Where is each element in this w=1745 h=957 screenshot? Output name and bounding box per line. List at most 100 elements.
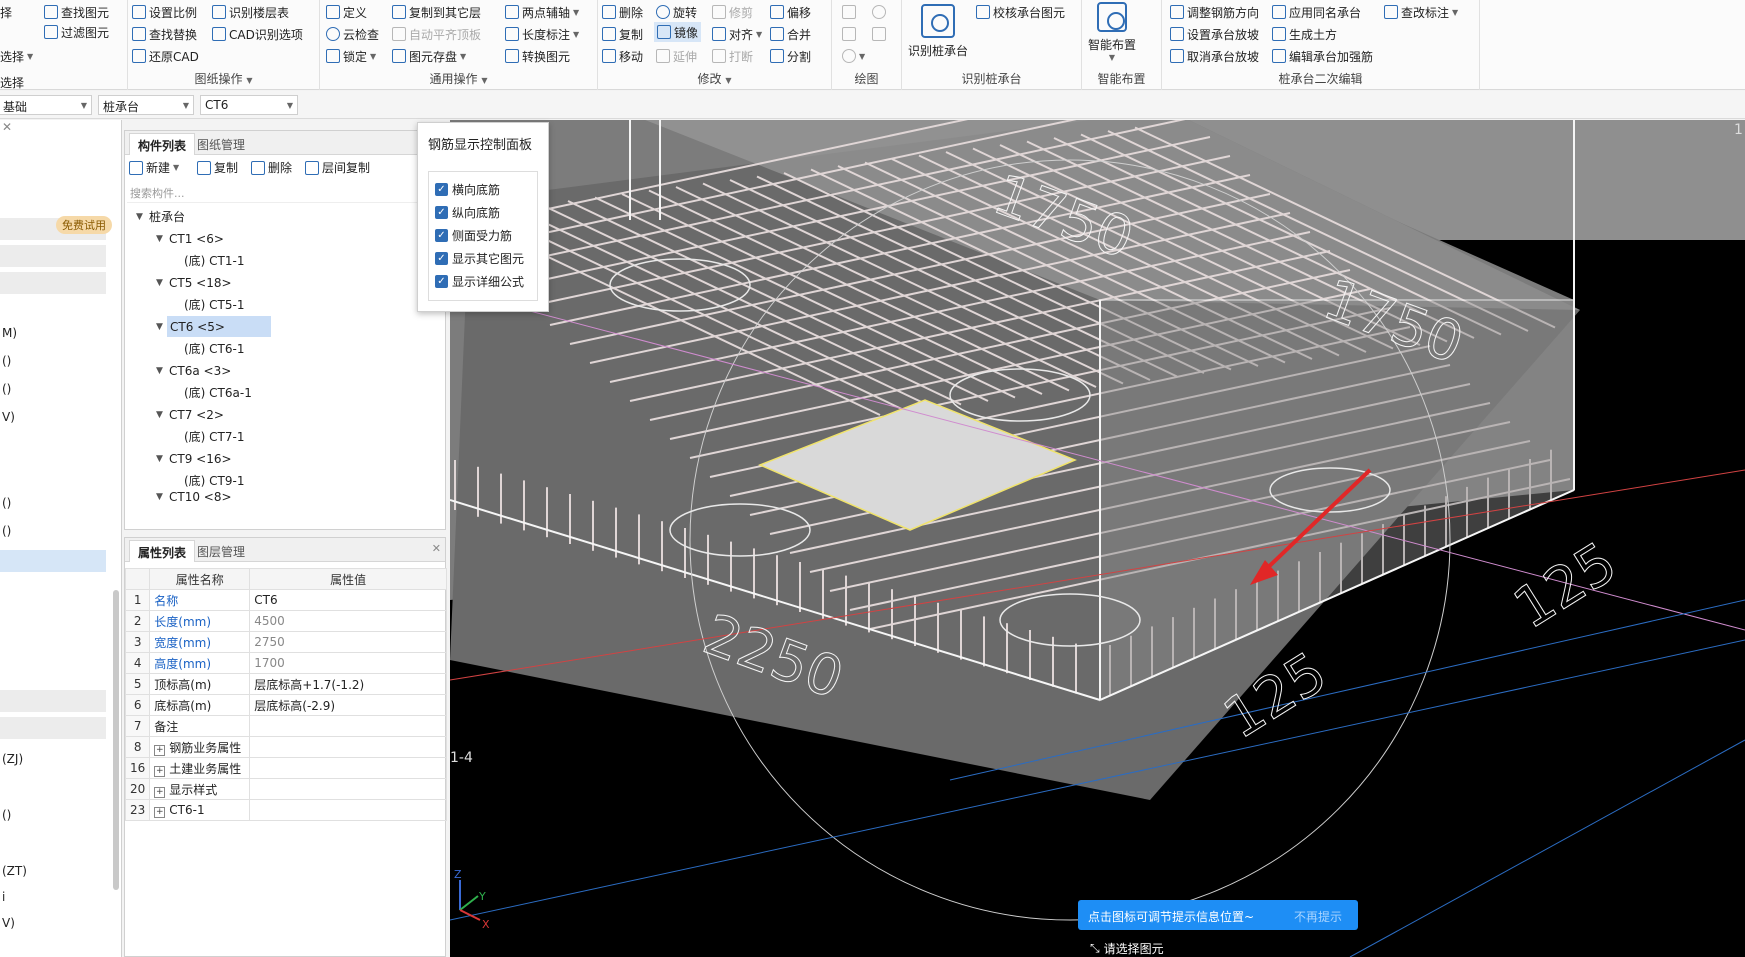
- rotate-button[interactable]: 旋转: [656, 2, 697, 22]
- ribbon-partial-select[interactable]: 择: [0, 2, 12, 22]
- merge-button[interactable]: 合并: [770, 24, 811, 44]
- floor-select[interactable]: 基础 ▼: [0, 95, 92, 115]
- nav-item[interactable]: (): [0, 354, 11, 376]
- floor-copy-button[interactable]: 层间复制: [305, 159, 370, 176]
- apply-same-name-button[interactable]: 应用同名承台: [1272, 2, 1361, 22]
- nav-item[interactable]: [0, 717, 106, 739]
- property-row[interactable]: 16 + 土建业务属性: [124, 757, 447, 779]
- offset-button[interactable]: 偏移: [770, 2, 811, 22]
- tree-item-ct10[interactable]: ▼ CT10 <8>: [153, 492, 235, 502]
- cancel-slope-button[interactable]: 取消承台放坡: [1170, 46, 1259, 66]
- restore-cad-button[interactable]: 还原CAD: [132, 46, 199, 66]
- tree-item-ct1[interactable]: ▼ CT1 <6>: [153, 228, 227, 249]
- element-save-button[interactable]: 图元存盘 ▼: [392, 46, 466, 66]
- mirror-button[interactable]: 镜像: [654, 22, 702, 42]
- draw-arc-button[interactable]: ▼: [842, 46, 865, 66]
- new-button[interactable]: 新建 ▼: [129, 159, 179, 176]
- ribbon-group-label-modify[interactable]: 修改 ▼: [598, 70, 831, 87]
- checkbox-checked-icon[interactable]: ✓: [435, 206, 448, 219]
- property-value[interactable]: [249, 799, 447, 821]
- property-value[interactable]: [249, 715, 447, 737]
- property-row[interactable]: 7 备注: [124, 715, 447, 737]
- option-show-other-elements[interactable]: ✓ 显示其它图元: [435, 250, 524, 267]
- property-row[interactable]: 5 顶标高(m) 层底标高+1.7(-1.2): [124, 673, 447, 695]
- delete-component-button[interactable]: 删除: [251, 159, 292, 176]
- ribbon-group-label-common[interactable]: 通用操作 ▼: [320, 70, 597, 87]
- nav-item[interactable]: V): [0, 916, 15, 938]
- auto-align-top-button[interactable]: 自动平齐顶板: [392, 24, 481, 44]
- trim-button[interactable]: 修剪: [712, 2, 753, 22]
- nav-item[interactable]: (): [0, 496, 11, 518]
- property-row[interactable]: 6 底标高(m) 层底标高(-2.9): [124, 694, 447, 716]
- property-value[interactable]: 4500: [249, 610, 447, 632]
- delete-button[interactable]: 删除: [602, 2, 643, 22]
- split-button[interactable]: 分割: [770, 46, 811, 66]
- expand-icon[interactable]: +: [154, 744, 166, 756]
- draw-circle-button[interactable]: [872, 2, 886, 22]
- tree-child-ct1-1[interactable]: (底) CT1-1: [181, 250, 248, 271]
- draw-rect-button[interactable]: [872, 24, 886, 44]
- align-button[interactable]: 对齐 ▼: [712, 24, 762, 44]
- trial-badge[interactable]: 免费试用: [56, 216, 112, 234]
- close-icon[interactable]: ✕: [0, 120, 12, 142]
- expand-icon[interactable]: +: [154, 806, 166, 818]
- close-icon[interactable]: ✕: [432, 542, 441, 555]
- option-transverse-bottom-rebar[interactable]: ✓ 横向底筋: [435, 181, 500, 198]
- checkbox-checked-icon[interactable]: ✓: [435, 229, 448, 242]
- nav-item[interactable]: (): [0, 382, 11, 404]
- property-value[interactable]: [249, 778, 447, 800]
- tab-component-list[interactable]: 构件列表: [129, 133, 196, 155]
- tree-item-ct9[interactable]: ▼ CT9 <16>: [153, 448, 235, 469]
- nav-item[interactable]: i: [0, 890, 5, 912]
- two-point-axis-button[interactable]: 两点辅轴 ▼: [505, 2, 579, 22]
- checkbox-checked-icon[interactable]: ✓: [435, 252, 448, 265]
- tree-child-ct6a-1[interactable]: (底) CT6a-1: [181, 382, 255, 403]
- property-row[interactable]: 1 名称 CT6: [124, 589, 447, 611]
- adjust-rebar-direction-button[interactable]: 调整钢筋方向: [1170, 2, 1259, 22]
- tab-layer-management[interactable]: 图层管理: [189, 540, 253, 562]
- tree-child-ct5-1[interactable]: (底) CT5-1: [181, 294, 248, 315]
- tab-property-list[interactable]: 属性列表: [129, 540, 196, 562]
- nav-item-selected[interactable]: [0, 550, 106, 572]
- option-longitudinal-bottom-rebar[interactable]: ✓ 纵向底筋: [435, 204, 500, 221]
- cloud-check-button[interactable]: 云检查: [326, 24, 379, 44]
- edit-reinforcement-button[interactable]: 编辑承台加强筋: [1272, 46, 1373, 66]
- option-show-detailed-formula[interactable]: ✓ 显示详细公式: [435, 273, 524, 290]
- move-button[interactable]: 移动: [602, 46, 643, 66]
- option-side-rebar[interactable]: ✓ 侧面受力筋: [435, 227, 512, 244]
- nav-item[interactable]: [0, 690, 106, 712]
- nav-item[interactable]: M): [0, 326, 17, 348]
- convert-element-button[interactable]: 转换图元: [505, 46, 570, 66]
- tree-child-ct9-1[interactable]: (底) CT9-1: [181, 470, 248, 491]
- length-dimension-button[interactable]: 长度标注 ▼: [505, 24, 579, 44]
- property-row[interactable]: 8 + 钢筋业务属性: [124, 736, 447, 758]
- property-value[interactable]: CT6: [249, 589, 447, 611]
- property-row[interactable]: 20 + 显示样式: [124, 778, 447, 800]
- scrollbar[interactable]: [113, 590, 119, 890]
- tree-child-ct6-1[interactable]: (底) CT6-1: [181, 338, 248, 359]
- draw-point-button[interactable]: [842, 2, 856, 22]
- nav-item[interactable]: [0, 272, 106, 294]
- nav-item[interactable]: (): [0, 808, 11, 830]
- break-button[interactable]: 打断: [712, 46, 753, 66]
- property-value[interactable]: 1700: [249, 652, 447, 674]
- ribbon-group-label-drawing[interactable]: 图纸操作 ▼: [128, 70, 319, 87]
- copy-button[interactable]: 复制: [602, 24, 643, 44]
- dont-show-again-link[interactable]: 不再提示: [1294, 908, 1342, 925]
- check-pile-cap-button[interactable]: 校核承台图元: [976, 2, 1065, 22]
- select-dropdown[interactable]: 选择 ▼: [0, 46, 33, 66]
- nav-item[interactable]: (): [0, 524, 11, 546]
- nav-item[interactable]: [0, 245, 106, 267]
- nav-item[interactable]: (ZJ): [0, 752, 23, 774]
- property-value[interactable]: 层底标高(-2.9): [249, 694, 447, 716]
- cad-options-button[interactable]: CAD识别选项: [212, 24, 303, 44]
- tab-drawing-management[interactable]: 图纸管理: [189, 133, 253, 155]
- draw-line-button[interactable]: [842, 24, 856, 44]
- hint-banner[interactable]: 点击图标可调节提示信息位置~ 不再提示: [1078, 900, 1358, 930]
- tree-item-ct5[interactable]: ▼ CT5 <18>: [153, 272, 235, 293]
- smart-layout-button[interactable]: 智能布置 ▼: [1088, 2, 1136, 62]
- nav-item[interactable]: V): [0, 410, 15, 432]
- tree-root[interactable]: ▼ 桩承台: [133, 206, 188, 227]
- filter-element-button[interactable]: 过滤图元: [44, 22, 109, 42]
- edit-annotation-button[interactable]: 查改标注 ▼: [1384, 2, 1458, 22]
